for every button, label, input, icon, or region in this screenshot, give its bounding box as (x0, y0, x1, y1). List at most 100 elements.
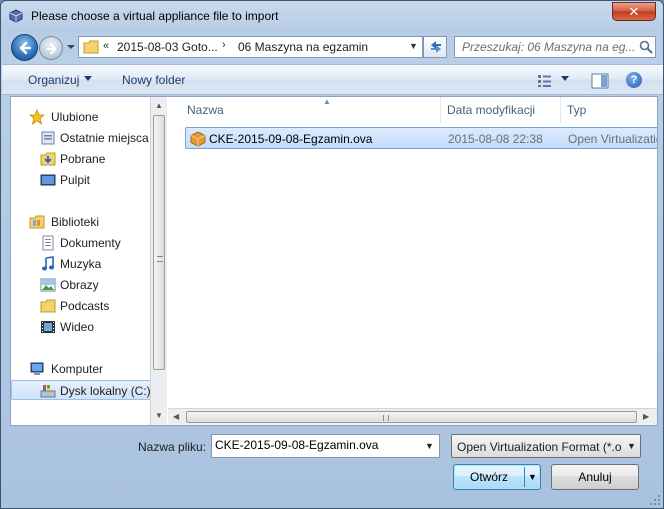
nav-item-computer[interactable]: Komputer (11, 359, 151, 379)
chevron-down-icon[interactable] (561, 76, 569, 82)
file-type-filter-value: Open Virtualization Format (*.o (457, 440, 622, 454)
view-options-icon[interactable] (537, 74, 553, 88)
close-icon: ✕ (628, 4, 640, 19)
nav-item-label: Dysk lokalny (C:) (60, 384, 151, 398)
filename-input[interactable] (215, 438, 415, 452)
open-button[interactable]: Otwórz ▼ (453, 464, 541, 490)
command-bar: Organizuj Nowy folder ? (2, 64, 663, 95)
scrollbar-thumb[interactable] (153, 115, 165, 370)
file-list-pane: Nazwa ▲ Data modyfikacji Typ CKE-2015-09… (168, 97, 657, 425)
file-date: 2015-08-08 22:38 (448, 132, 543, 146)
nav-item-video[interactable]: Wideo (11, 317, 151, 337)
computer-icon (30, 362, 44, 375)
nav-item-pictures[interactable]: Obrazy (11, 275, 151, 295)
split-divider (524, 467, 525, 487)
nav-item-label: Dokumenty (60, 236, 121, 250)
nav-item-documents[interactable]: Dokumenty (11, 233, 151, 253)
nav-pane-scrollbar[interactable]: ▲ ▼ (150, 97, 167, 425)
nav-item-local-disk[interactable]: Dysk lokalny (C:) (11, 380, 151, 400)
folder-icon (40, 299, 56, 313)
search-input[interactable]: Przeszukaj: 06 Maszyna na eg... (462, 40, 635, 54)
local-disk-icon (40, 385, 56, 398)
column-header-name[interactable]: Nazwa ▲ (181, 97, 441, 123)
recent-pages-dropdown[interactable] (66, 42, 76, 52)
ova-file-icon (190, 131, 206, 147)
virtualbox-app-icon (9, 9, 23, 23)
chevron-down-icon[interactable]: ▼ (409, 41, 418, 51)
back-button[interactable] (11, 34, 38, 61)
refresh-button[interactable] (423, 36, 447, 58)
file-list-horizontal-scrollbar[interactable]: ◀ ▶ (168, 408, 657, 425)
open-button-label: Otwórz (469, 470, 508, 484)
column-header-label: Nazwa (187, 103, 224, 117)
nav-item-label: Komputer (51, 362, 104, 376)
column-header-date[interactable]: Data modyfikacji (441, 97, 561, 123)
open-options-dropdown-icon[interactable]: ▼ (528, 465, 537, 489)
file-row[interactable]: CKE-2015-09-08-Egzamin.ova 2015-08-08 22… (185, 127, 657, 149)
navigation-pane: Ulubione Ostatnie miejsca Pobrane Pulpit (11, 97, 167, 425)
search-icon[interactable] (639, 40, 653, 54)
preview-pane-icon[interactable] (591, 73, 609, 89)
breadcrumb-overflow-icon[interactable]: « (103, 40, 109, 52)
refresh-icon (431, 41, 441, 53)
desktop-icon (40, 174, 56, 186)
scroll-left-icon[interactable]: ◀ (173, 412, 179, 421)
chevron-down-icon[interactable]: ▼ (425, 441, 434, 451)
chevron-down-icon: ▼ (627, 441, 636, 451)
nav-item-label: Ostatnie miejsca (60, 131, 149, 145)
scrollbar-thumb[interactable] (186, 411, 637, 423)
breadcrumb-segment-current[interactable]: 06 Maszyna na egzamin (238, 40, 368, 54)
arrow-right-icon (46, 43, 57, 55)
documents-icon (42, 235, 54, 251)
libraries-icon (29, 215, 45, 229)
address-bar[interactable]: « 2015-08-03 Goto... › 06 Maszyna na egz… (78, 36, 423, 58)
grip-icon (157, 256, 163, 262)
search-box[interactable]: Przeszukaj: 06 Maszyna na eg... (454, 36, 656, 58)
scroll-up-icon[interactable]: ▲ (155, 101, 163, 110)
downloads-folder-icon (40, 152, 56, 166)
cancel-button[interactable]: Anuluj (551, 464, 639, 490)
column-header-label: Typ (567, 103, 587, 117)
help-icon[interactable]: ? (626, 72, 642, 88)
nav-item-recent-places[interactable]: Ostatnie miejsca (11, 128, 151, 148)
content-area: Ulubione Ostatnie miejsca Pobrane Pulpit (10, 96, 658, 426)
new-folder-button[interactable]: Nowy folder (122, 73, 185, 87)
nav-item-label: Ulubione (51, 110, 99, 124)
file-type: Open Virtualization (568, 132, 657, 146)
sort-ascending-icon: ▲ (323, 97, 331, 106)
organize-button[interactable]: Organizuj (28, 73, 79, 87)
file-type-filter-select[interactable]: Open Virtualization Format (*.o ▼ (451, 434, 641, 458)
pictures-icon (40, 278, 56, 292)
nav-item-label: Pulpit (60, 173, 91, 187)
nav-item-favorites[interactable]: Ulubione (11, 107, 151, 127)
nav-item-label: Podcasts (60, 299, 110, 313)
nav-item-libraries[interactable]: Biblioteki (11, 212, 151, 232)
close-button[interactable]: ✕ (612, 2, 656, 21)
folder-icon (83, 40, 99, 54)
filename-combobox[interactable]: ▼ (211, 434, 440, 458)
nav-item-music[interactable]: Muzyka (11, 254, 151, 274)
star-icon (29, 109, 45, 125)
video-icon (41, 321, 55, 333)
scroll-right-icon[interactable]: ▶ (643, 412, 649, 421)
grip-icon (383, 415, 389, 421)
column-header-type[interactable]: Typ (561, 97, 657, 123)
resize-grip-icon[interactable] (649, 494, 661, 506)
nav-item-label: Obrazy (60, 278, 99, 292)
nav-item-label: Biblioteki (51, 215, 100, 229)
forward-button[interactable] (39, 36, 63, 60)
breadcrumb-segment-parent[interactable]: 2015-08-03 Goto... (117, 40, 218, 54)
nav-item-desktop[interactable]: Pulpit (11, 170, 151, 190)
nav-item-podcasts[interactable]: Podcasts (11, 296, 151, 316)
nav-item-label: Muzyka (60, 257, 102, 271)
scroll-down-icon[interactable]: ▼ (155, 411, 163, 420)
arrow-left-icon (19, 41, 32, 55)
chevron-down-icon[interactable] (84, 76, 92, 82)
file-dialog-window: Please choose a virtual appliance file t… (0, 0, 664, 509)
window-title: Please choose a virtual appliance file t… (31, 9, 279, 23)
breadcrumb-separator-icon[interactable]: › (222, 39, 226, 51)
filename-label: Nazwa pliku: (138, 440, 207, 454)
title-bar[interactable]: Please choose a virtual appliance file t… (1, 1, 663, 31)
recent-places-icon (41, 131, 55, 145)
nav-item-downloads[interactable]: Pobrane (11, 149, 151, 169)
